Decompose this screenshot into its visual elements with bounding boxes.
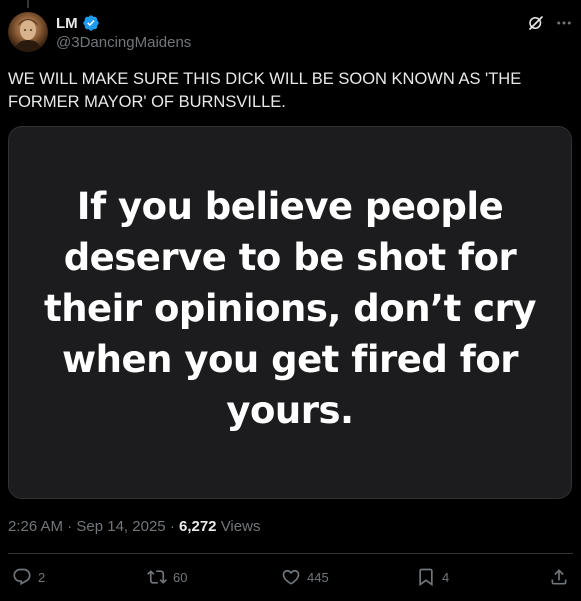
repost-icon	[147, 570, 167, 584]
tweet-header: LM @3DancingMaidens	[8, 12, 573, 56]
reply-count: 2	[38, 569, 46, 585]
grok-icon[interactable]	[527, 14, 545, 32]
tweet-meta: 2:26 AM · Sep 14, 2025 · 6,272 Views	[8, 518, 260, 535]
divider	[8, 553, 573, 554]
avatar-portrait-icon	[14, 19, 42, 52]
avatar[interactable]	[8, 12, 48, 52]
meta-separator: ·	[67, 518, 73, 535]
bookmark-button[interactable]: 4	[416, 567, 449, 587]
tweet-date[interactable]: Sep 14, 2025	[76, 518, 165, 535]
verified-badge-icon	[82, 14, 100, 32]
reply-icon	[13, 568, 31, 586]
thread-connector-line	[27, 0, 29, 8]
bookmark-icon	[419, 568, 433, 587]
views-label: Views	[220, 518, 261, 535]
like-button[interactable]: 445	[281, 567, 329, 587]
share-icon	[551, 569, 567, 585]
reply-button[interactable]: 2	[12, 567, 45, 587]
views-count: 6,272	[178, 518, 217, 535]
repost-button[interactable]: 60	[147, 567, 187, 587]
tweet-time[interactable]: 2:26 AM	[8, 518, 63, 535]
action-bar: 2 60 445 4	[8, 567, 573, 591]
author-display-name[interactable]: LM	[56, 15, 78, 32]
like-count: 445	[307, 569, 329, 585]
author-names: LM @3DancingMaidens	[56, 13, 191, 52]
share-button[interactable]	[549, 567, 569, 587]
more-options-icon[interactable]	[555, 14, 573, 32]
like-icon	[282, 569, 300, 585]
repost-count: 60	[173, 569, 188, 585]
tweet-text: WE WILL MAKE SURE THIS DICK WILL BE SOON…	[8, 70, 522, 111]
bookmark-count: 4	[442, 569, 450, 585]
meta-separator: ·	[169, 518, 175, 535]
tweet-image-text: If you believe people deserve to be shot…	[44, 185, 536, 432]
author-handle[interactable]: @3DancingMaidens	[56, 34, 191, 51]
tweet-image[interactable]: If you believe people deserve to be shot…	[8, 126, 572, 499]
